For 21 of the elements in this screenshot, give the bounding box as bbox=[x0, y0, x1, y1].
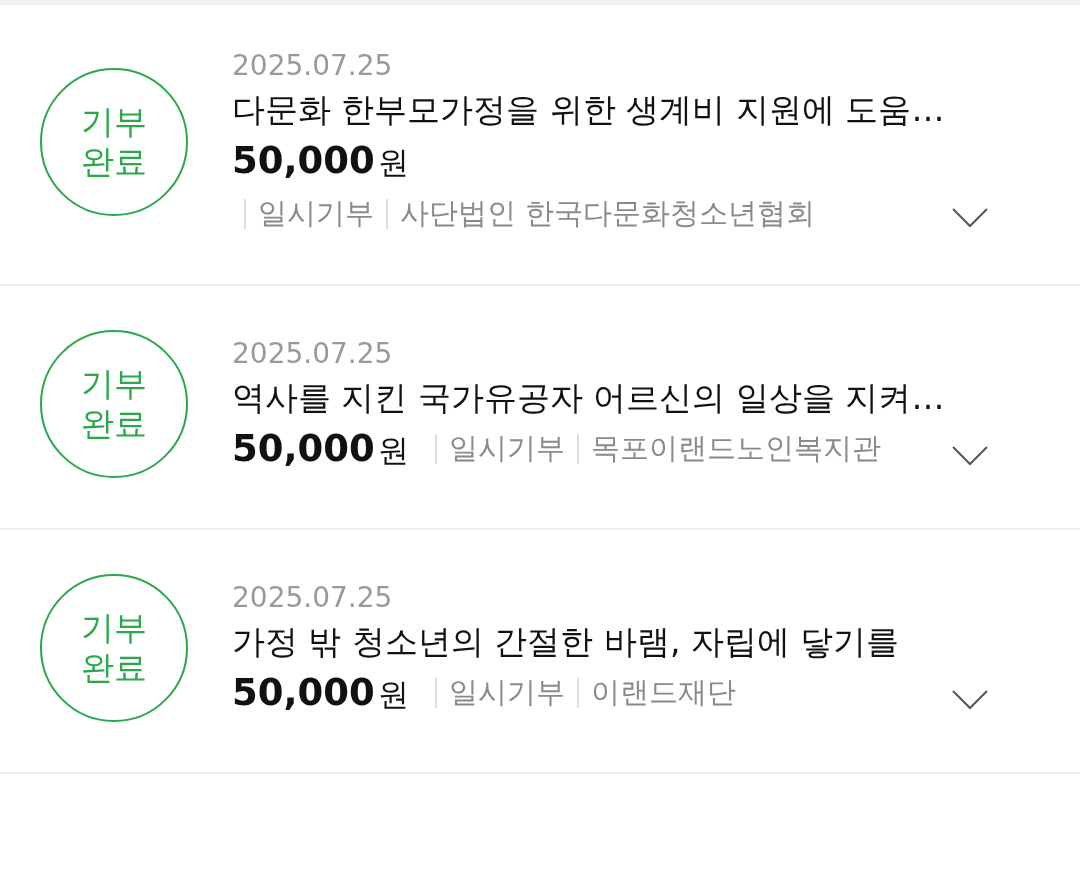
organization-name: 이랜드재단 bbox=[590, 674, 736, 711]
organization-name: 목포이랜드노인복지관 bbox=[590, 430, 881, 467]
status-badge: 기부 완료 bbox=[40, 330, 188, 478]
campaign-title[interactable]: 역사를 지킨 국가유공자 어르신의 일상을 지켜… bbox=[232, 375, 1040, 421]
donation-amount: 50,000 원 bbox=[232, 426, 409, 472]
chevron-down-icon[interactable] bbox=[952, 445, 988, 466]
campaign-title[interactable]: 다문화 한부모가정을 위한 생계비 지원에 도움… bbox=[232, 88, 1040, 133]
donation-type: 일시기부 bbox=[448, 430, 565, 467]
donation-date: 2025.07.25 bbox=[232, 49, 394, 82]
status-badge: 기부 완료 bbox=[40, 574, 188, 722]
status-badge: 기부 완료 bbox=[40, 67, 188, 216]
campaign-title[interactable]: 가정 밖 청소년의 간절한 바램, 자립에 닿기를 bbox=[232, 619, 1040, 665]
donation-date: 2025.07.25 bbox=[232, 336, 394, 370]
donation-type: 일시기부 bbox=[448, 674, 565, 711]
chevron-down-icon[interactable] bbox=[952, 689, 988, 710]
donation-amount: 50,000 원 bbox=[232, 670, 409, 716]
donation-type: 일시기부 bbox=[258, 195, 374, 232]
donation-amount: 50,000 원 bbox=[232, 139, 409, 184]
organization-name: 사단법인 한국다문화청소년협회 bbox=[400, 195, 816, 232]
chevron-down-icon[interactable] bbox=[952, 208, 988, 228]
donation-date: 2025.07.25 bbox=[232, 580, 394, 614]
